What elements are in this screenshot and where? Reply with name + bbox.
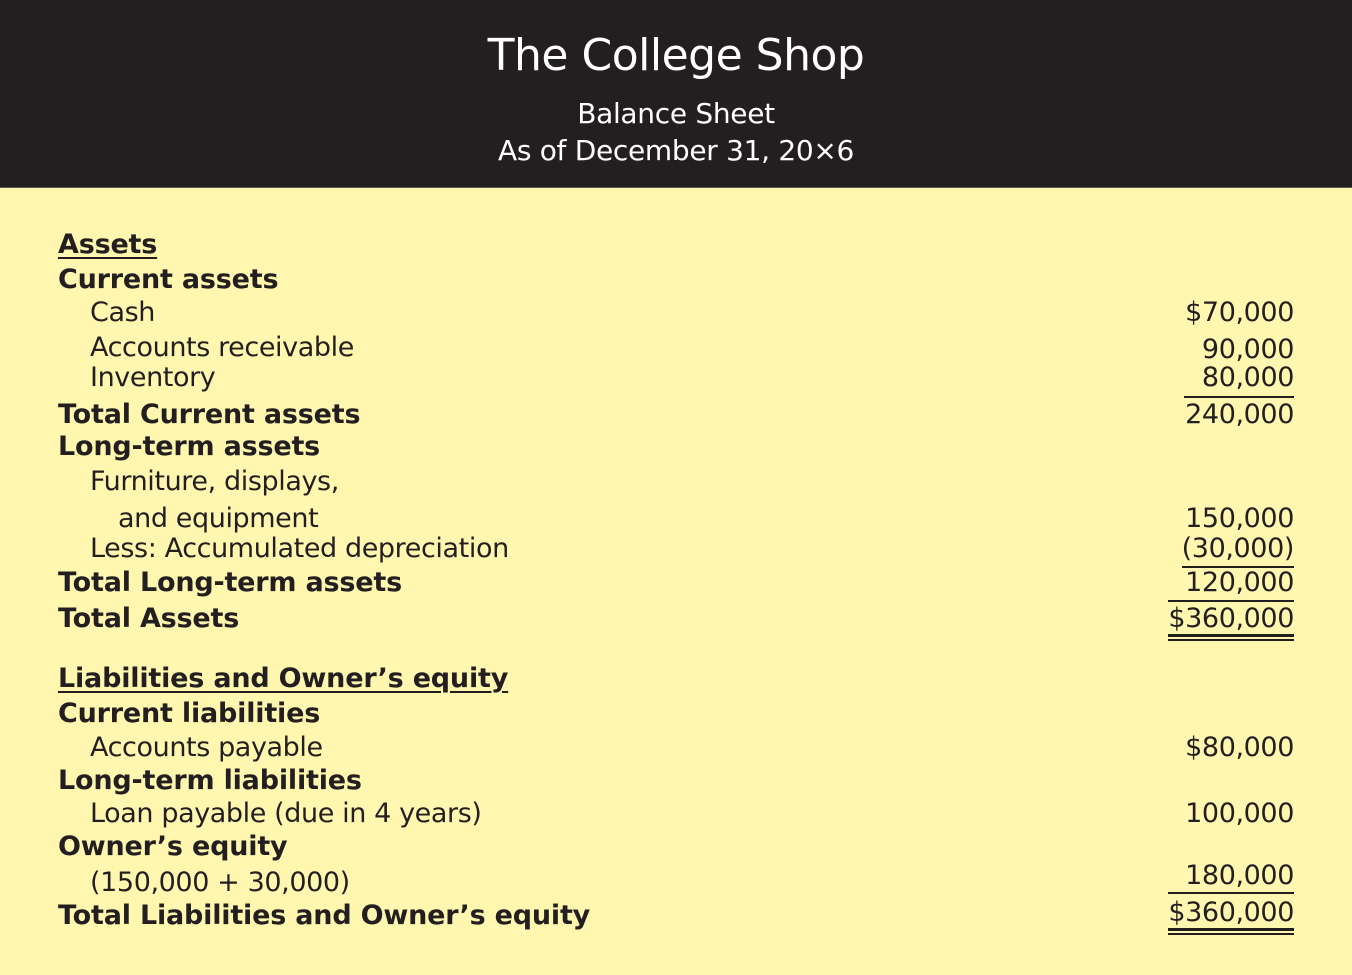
line-item-label: Furniture, displays, <box>90 466 339 497</box>
line-item-amount: (30,000) <box>1181 533 1295 564</box>
line-item-amount: 180,000 <box>1185 860 1294 891</box>
total-assets-label: Total Assets <box>58 603 240 634</box>
line-item-row: Cash $70,000 <box>0 296 1352 330</box>
line-item-label: (150,000 + 30,000) <box>90 867 350 898</box>
line-item-label: Accounts receivable <box>90 332 354 363</box>
current-assets-heading: Current assets <box>58 264 279 295</box>
total-assets-row: Total Assets $360,000 <box>0 602 1352 636</box>
total-liabilities-equity-row: Total Liabilities and Owner’s equity $36… <box>0 896 1352 931</box>
company-title: The College Shop <box>487 30 865 81</box>
double-total-rule <box>1168 634 1294 641</box>
line-item-amount: 100,000 <box>1185 798 1294 829</box>
subtotal-rule <box>1168 892 1294 894</box>
line-item-label-continued: and equipment <box>118 503 319 534</box>
line-item-label: Cash <box>90 297 155 328</box>
line-item-amount: 150,000 <box>1185 503 1294 534</box>
line-item-label: Less: Accumulated depreciation <box>90 533 509 564</box>
current-liabilities-heading-row: Current liabilities <box>0 697 1352 731</box>
long-term-assets-heading-row: Long-term assets <box>0 430 1352 464</box>
line-item-row: Furniture, displays, <box>0 465 1352 499</box>
total-liabilities-equity-amount: $360,000 <box>1168 897 1294 928</box>
total-current-assets-row: Total Current assets 240,000 <box>0 398 1352 432</box>
long-term-liabilities-heading-row: Long-term liabilities <box>0 764 1352 798</box>
current-liabilities-heading: Current liabilities <box>58 698 321 729</box>
owners-equity-heading-row: Owner’s equity <box>0 830 1352 864</box>
owners-equity-heading: Owner’s equity <box>58 831 288 862</box>
liabilities-equity-heading-row: Liabilities and Owner’s equity <box>0 662 1352 696</box>
assets-heading-row: Assets <box>0 228 1352 262</box>
long-term-assets-heading: Long-term assets <box>58 431 321 462</box>
line-item-amount: $70,000 <box>1185 297 1294 328</box>
double-total-rule <box>1168 928 1294 935</box>
total-current-assets-amount: 240,000 <box>1185 399 1294 430</box>
line-item-row: (150,000 + 30,000) 180,000 <box>0 860 1352 900</box>
line-item-amount: 80,000 <box>1201 362 1294 393</box>
line-item-row: Accounts payable $80,000 <box>0 731 1352 765</box>
total-current-assets-label: Total Current assets <box>58 399 361 430</box>
line-item-row: Loan payable (due in 4 years) 100,000 <box>0 797 1352 831</box>
liabilities-equity-heading: Liabilities and Owner’s equity <box>58 663 509 694</box>
line-item-row: Inventory 80,000 <box>0 361 1352 395</box>
line-item-row: Less: Accumulated depreciation (30,000) <box>0 532 1352 566</box>
line-item-row: and equipment 150,000 <box>0 502 1352 536</box>
total-long-term-assets-amount: 120,000 <box>1185 567 1294 598</box>
assets-heading: Assets <box>58 229 158 260</box>
line-item-label: Accounts payable <box>90 732 323 763</box>
statement-date: As of December 31, 20×6 <box>497 134 855 167</box>
line-item-row: Accounts receivable 90,000 <box>0 331 1352 365</box>
line-item-label: Loan payable (due in 4 years) <box>90 798 482 829</box>
line-item-amount: $80,000 <box>1185 732 1294 763</box>
current-assets-heading-row: Current assets <box>0 263 1352 297</box>
statement-title: Balance Sheet <box>577 97 775 130</box>
line-item-label: Inventory <box>90 362 216 393</box>
long-term-liabilities-heading: Long-term liabilities <box>58 765 362 796</box>
total-assets-amount: $360,000 <box>1168 603 1294 634</box>
total-long-term-assets-row: Total Long-term assets 120,000 <box>0 566 1352 600</box>
total-liabilities-equity-label: Total Liabilities and Owner’s equity <box>58 900 591 931</box>
total-long-term-assets-label: Total Long-term assets <box>58 567 402 598</box>
header-banner: The College Shop Balance Sheet As of Dec… <box>0 0 1352 188</box>
